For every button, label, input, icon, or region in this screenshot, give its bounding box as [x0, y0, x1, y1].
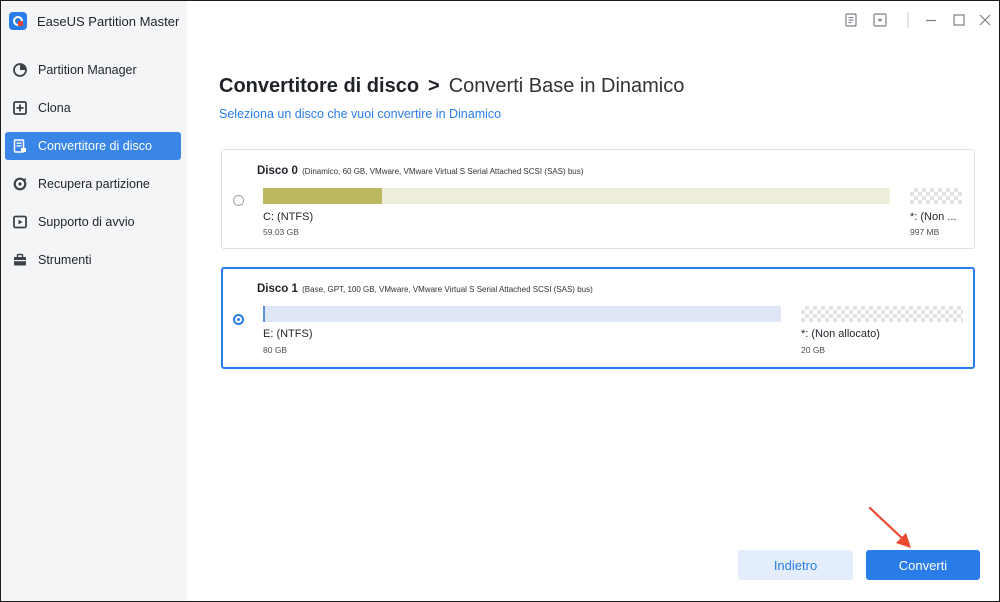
bootable-media-icon — [13, 215, 27, 229]
sidebar-item-partition-manager[interactable]: Partition Manager — [5, 56, 181, 84]
disk-radio-0[interactable] — [233, 195, 244, 206]
partition-label: C: (NTFS) — [263, 211, 314, 223]
partition-size: 59.03 GB — [263, 227, 299, 237]
sidebar-item-supporto-di-avvio[interactable]: Supporto di avvio — [5, 208, 181, 236]
partition-used-fill — [263, 188, 383, 204]
partition-bar[interactable] — [263, 188, 890, 204]
recovery-icon — [13, 177, 27, 191]
app-logo-icon — [9, 12, 27, 30]
partition-size: 997 MB — [910, 227, 940, 237]
app-header: EaseUS Partition Master — [9, 9, 179, 33]
sidebar-item-label: Supporto di avvio — [38, 215, 135, 229]
sidebar-item-strumenti[interactable]: Strumenti — [5, 246, 181, 274]
sidebar-item-label: Strumenti — [38, 253, 92, 267]
disk-card-1[interactable]: Disco 1 (Base, GPT, 100 GB, VMware, VMwa… — [221, 267, 975, 369]
sidebar-item-label: Recupera partizione — [38, 177, 150, 191]
annotation-arrow-icon — [868, 506, 911, 548]
sidebar-item-label: Convertitore di disco — [38, 139, 152, 153]
partition-label: E: (NTFS) — [263, 328, 313, 340]
disk-name: Disco 0 — [257, 165, 298, 177]
sidebar-item-clona[interactable]: Clona — [5, 94, 181, 122]
disk-convert-icon — [13, 139, 27, 153]
disk-title: Disco 0 (Dinamico, 60 GB, VMware, VMware… — [257, 165, 583, 177]
pie-chart-icon — [13, 63, 27, 77]
app-title: EaseUS Partition Master — [37, 13, 180, 29]
sidebar-item-label: Clona — [38, 101, 71, 115]
partition-label: *: (Non allocato) — [801, 328, 880, 340]
disk-title: Disco 1 (Base, GPT, 100 GB, VMware, VMwa… — [257, 283, 593, 295]
sidebar-item-convertitore-di-disco[interactable]: Convertitore di disco — [5, 132, 181, 160]
back-button[interactable]: Indietro — [738, 550, 853, 580]
sidebar: EaseUS Partition Master Partition Manage… — [1, 1, 187, 601]
partition-size: 20 GB — [801, 345, 826, 355]
disk-info: (Base, GPT, 100 GB, VMware, VMware Virtu… — [302, 285, 593, 294]
page-title-sub: Converti Base in Dinamico — [448, 75, 685, 97]
disk-card-0[interactable]: Disco 0 (Dinamico, 60 GB, VMware, VMware… — [221, 149, 975, 249]
disk-name: Disco 1 — [257, 283, 298, 295]
app-window: EaseUS Partition Master Partition Manage… — [0, 0, 1000, 602]
partition-bar[interactable] — [263, 306, 781, 322]
sidebar-item-label: Partition Manager — [38, 63, 137, 77]
page-title-main: Convertitore di disco — [219, 75, 420, 97]
toolbox-icon — [13, 253, 27, 267]
unallocated-bar[interactable] — [910, 188, 962, 204]
partition-size: 80 GB — [263, 345, 288, 355]
clone-icon — [13, 101, 27, 115]
page-title: Convertitore di disco > Converti Base in D… — [219, 75, 684, 98]
breadcrumb-separator: > — [428, 75, 440, 97]
partition-used-fill — [263, 306, 265, 322]
disk-radio-1[interactable] — [233, 314, 244, 325]
sidebar-item-recupera-partizione[interactable]: Recupera partizione — [5, 170, 181, 198]
convert-button[interactable]: Converti — [866, 550, 980, 580]
disk-info: (Dinamico, 60 GB, VMware, VMware Virtual… — [302, 167, 584, 176]
page-subtitle: Seleziona un disco che vuoi convertire i… — [219, 107, 502, 121]
unallocated-bar[interactable] — [801, 306, 963, 322]
sidebar-nav: Partition Manager Clona Convertitore di … — [5, 56, 181, 284]
partition-label: *: (Non ... — [910, 211, 957, 223]
